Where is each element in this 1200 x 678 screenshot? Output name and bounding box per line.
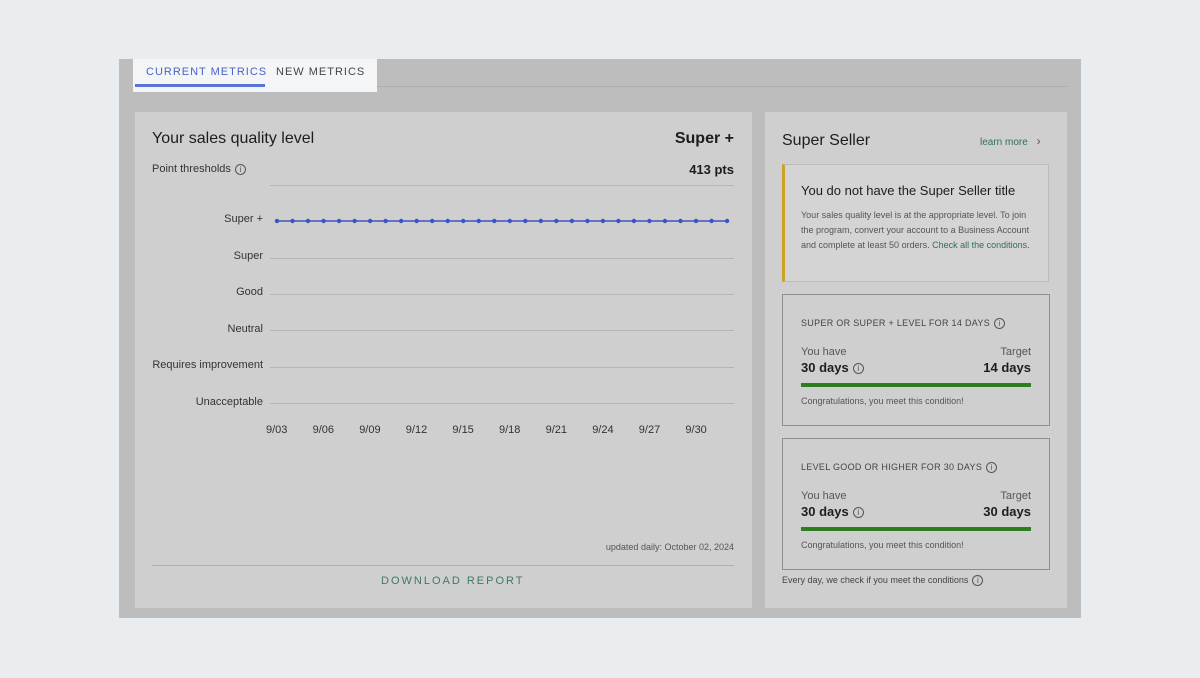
you-have-label: You have bbox=[801, 490, 847, 502]
condition-title-row: SUPER OR SUPER + LEVEL FOR 14 DAYS i bbox=[801, 318, 1006, 330]
chart-point[interactable] bbox=[647, 218, 652, 224]
chart-point[interactable] bbox=[290, 218, 295, 224]
learn-more-link[interactable]: learn more › bbox=[980, 134, 1041, 148]
updated-date: updated daily: October 02, 2024 bbox=[605, 542, 734, 552]
you-have-value: 30 days bbox=[801, 504, 849, 519]
notice-title: You do not have the Super Seller title bbox=[801, 183, 1016, 198]
notice-body: Your sales quality level is at the appro… bbox=[801, 208, 1033, 253]
condition-progress-bar bbox=[801, 527, 1031, 531]
chevron-right-icon: › bbox=[1036, 134, 1041, 148]
download-report-button[interactable]: DOWNLOAD REPORT bbox=[381, 575, 524, 587]
chart-point[interactable] bbox=[554, 218, 559, 224]
learn-more-text: learn more bbox=[980, 137, 1028, 148]
you-have-value: 30 days bbox=[801, 360, 849, 375]
conditions-footer: Every day, we check if you meet the cond… bbox=[782, 575, 984, 587]
chart-point[interactable] bbox=[631, 218, 637, 224]
target-label: Target bbox=[1000, 346, 1031, 358]
chart-point[interactable] bbox=[538, 218, 544, 224]
you-have-row: 30 days i bbox=[801, 360, 864, 375]
chart-point[interactable] bbox=[662, 218, 668, 224]
chart-point[interactable] bbox=[569, 218, 575, 224]
target-value: 30 days bbox=[983, 504, 1031, 519]
chart-point[interactable] bbox=[492, 218, 497, 224]
info-icon[interactable]: i bbox=[994, 318, 1006, 330]
super-seller-title: Super Seller bbox=[782, 132, 871, 149]
chart-point[interactable] bbox=[274, 218, 280, 224]
target-value: 14 days bbox=[983, 360, 1031, 375]
chart-point[interactable] bbox=[445, 218, 450, 224]
chart-point[interactable] bbox=[367, 218, 373, 224]
footer-divider bbox=[152, 565, 734, 566]
chart-point[interactable] bbox=[724, 218, 730, 224]
you-have-row: 30 days i bbox=[801, 504, 864, 519]
chart-point[interactable] bbox=[398, 218, 404, 224]
chart-point[interactable] bbox=[523, 218, 528, 224]
info-icon[interactable]: i bbox=[852, 363, 864, 375]
info-icon[interactable]: i bbox=[852, 507, 864, 519]
condition-card-2: LEVEL GOOD OR HIGHER FOR 30 DAYS i You ha… bbox=[782, 438, 1050, 570]
target-label: Target bbox=[1000, 490, 1031, 502]
chart-point[interactable] bbox=[507, 218, 512, 224]
chart-point[interactable] bbox=[693, 218, 699, 224]
chart-point[interactable] bbox=[414, 218, 419, 224]
info-icon[interactable]: i bbox=[972, 575, 984, 587]
condition-title: LEVEL GOOD OR HIGHER FOR 30 DAYS bbox=[801, 462, 983, 472]
condition-title-row: LEVEL GOOD OR HIGHER FOR 30 DAYS i bbox=[801, 462, 998, 474]
condition-progress-bar bbox=[801, 383, 1031, 387]
chart-point[interactable] bbox=[461, 218, 466, 224]
chart-point[interactable] bbox=[585, 218, 590, 224]
chart-point[interactable] bbox=[476, 218, 481, 224]
condition-message: Congratulations, you meet this condition… bbox=[801, 540, 964, 550]
info-icon[interactable]: i bbox=[986, 462, 998, 474]
condition-message: Congratulations, you meet this condition… bbox=[801, 396, 964, 406]
chart-point[interactable] bbox=[305, 218, 311, 224]
chart-point[interactable] bbox=[352, 218, 357, 224]
chart-point[interactable] bbox=[678, 218, 683, 224]
chart-point[interactable] bbox=[709, 218, 714, 224]
super-seller-notice: You do not have the Super Seller title Y… bbox=[782, 164, 1049, 282]
chart-point[interactable] bbox=[383, 218, 388, 224]
conditions-footer-text: Every day, we check if you meet the cond… bbox=[782, 575, 969, 585]
condition-title: SUPER OR SUPER + LEVEL FOR 14 DAYS bbox=[801, 318, 991, 328]
chart-point[interactable] bbox=[600, 218, 606, 224]
chart-point[interactable] bbox=[336, 218, 342, 224]
check-conditions-link[interactable]: Check all the conditions. bbox=[932, 240, 1030, 250]
chart-point[interactable] bbox=[616, 218, 621, 224]
chart-point[interactable] bbox=[430, 218, 435, 224]
you-have-label: You have bbox=[801, 346, 847, 358]
condition-card-1: SUPER OR SUPER + LEVEL FOR 14 DAYS i You … bbox=[782, 294, 1050, 426]
chart-point[interactable] bbox=[321, 218, 326, 224]
